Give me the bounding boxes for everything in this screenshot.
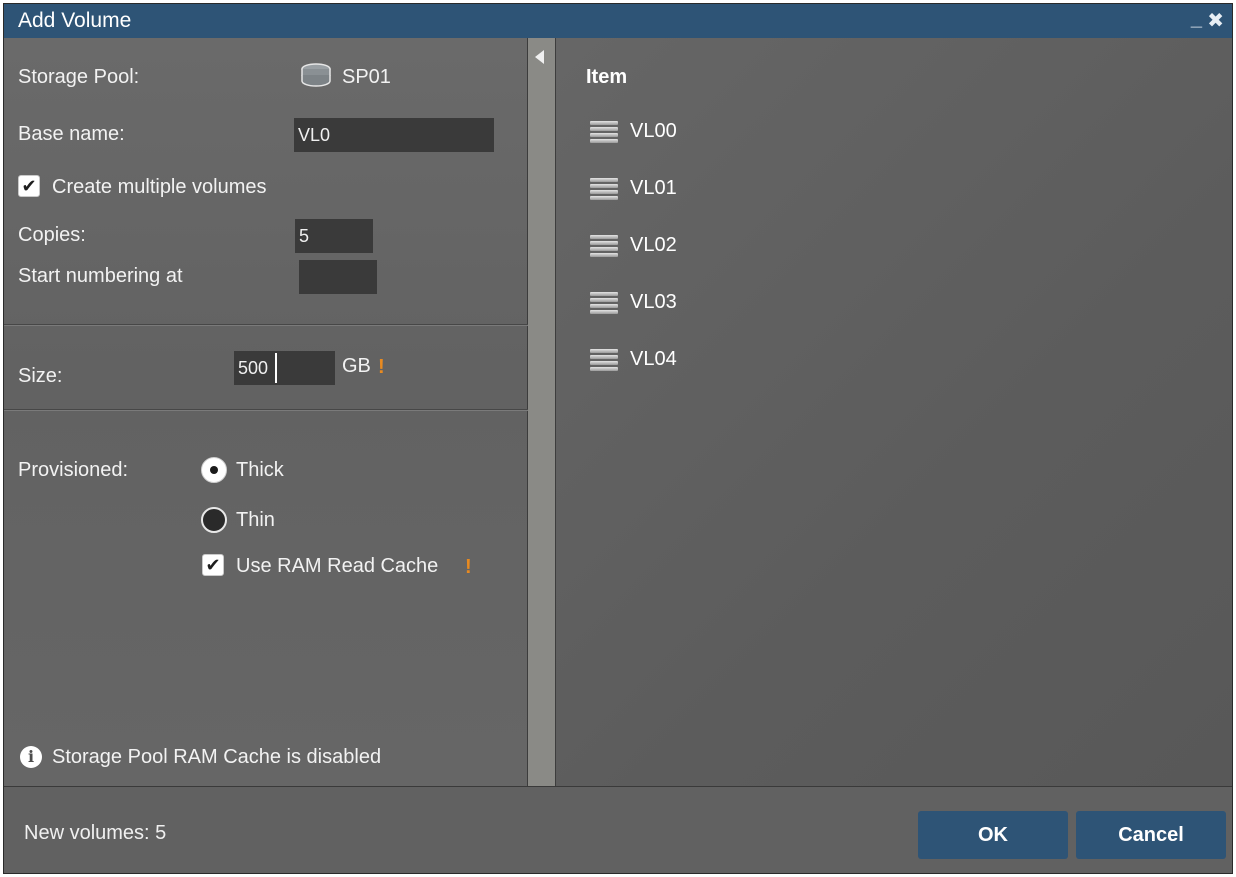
size-label: Size: bbox=[18, 365, 63, 387]
storage-pool-value: SP01 bbox=[342, 66, 391, 88]
size-input[interactable] bbox=[234, 351, 335, 385]
copies-label: Copies: bbox=[18, 224, 86, 246]
volume-name: VL01 bbox=[630, 177, 677, 199]
volume-name: VL00 bbox=[630, 120, 677, 142]
minimize-icon[interactable]: _ bbox=[1191, 8, 1202, 31]
window-title: Add Volume bbox=[18, 9, 132, 32]
start-numbering-input[interactable] bbox=[299, 260, 377, 294]
volume-name: VL02 bbox=[630, 234, 677, 256]
thick-radio[interactable] bbox=[201, 457, 227, 483]
item-column-header: Item bbox=[586, 66, 628, 88]
create-multiple-checkbox[interactable]: ✔ bbox=[18, 175, 40, 197]
title-bar[interactable]: Add Volume _ ✖ bbox=[4, 4, 1232, 38]
volume-name: VL04 bbox=[630, 348, 677, 370]
volume-icon bbox=[590, 349, 618, 371]
volume-preview-panel: Item VL00 VL01 VL02 VL03 VL04 bbox=[556, 38, 1232, 786]
volume-name: VL03 bbox=[630, 291, 677, 313]
ram-cache-label: Use RAM Read Cache bbox=[236, 555, 439, 577]
section-divider bbox=[4, 324, 528, 326]
section-divider bbox=[4, 409, 528, 411]
base-name-input[interactable] bbox=[294, 118, 494, 152]
volume-icon bbox=[590, 178, 618, 200]
thick-label: Thick bbox=[236, 459, 284, 481]
volume-icon bbox=[590, 235, 618, 257]
add-volume-dialog: Add Volume _ ✖ Storage Pool: SP01 Base n… bbox=[3, 3, 1233, 874]
ok-button[interactable]: OK bbox=[918, 811, 1068, 859]
thin-label: Thin bbox=[236, 509, 275, 531]
copies-input[interactable] bbox=[295, 219, 373, 253]
database-icon bbox=[301, 63, 331, 87]
ram-cache-warning-icon: ! bbox=[465, 556, 472, 578]
ram-cache-checkbox[interactable]: ✔ bbox=[202, 554, 224, 576]
volume-settings-panel: Storage Pool: SP01 Base name: ✔ Create m… bbox=[4, 38, 528, 786]
panel-splitter[interactable] bbox=[528, 38, 556, 786]
provisioned-label: Provisioned: bbox=[18, 459, 129, 481]
close-icon[interactable]: ✖ bbox=[1207, 8, 1224, 33]
cancel-button[interactable]: Cancel bbox=[1076, 811, 1226, 859]
volume-icon bbox=[590, 292, 618, 314]
base-name-label: Base name: bbox=[18, 123, 125, 145]
collapse-arrow-icon[interactable] bbox=[535, 50, 544, 64]
ram-cache-disabled-note: Storage Pool RAM Cache is disabled bbox=[52, 746, 382, 768]
thin-radio[interactable] bbox=[201, 507, 227, 533]
dialog-footer: New volumes: 5 OK Cancel bbox=[4, 786, 1232, 873]
create-multiple-label: Create multiple volumes bbox=[52, 176, 267, 198]
new-volumes-count: New volumes: 5 bbox=[24, 822, 167, 844]
start-numbering-label: Start numbering at bbox=[18, 265, 183, 287]
info-icon: i bbox=[20, 746, 42, 768]
size-unit-label: GB bbox=[342, 355, 371, 377]
text-cursor bbox=[275, 353, 277, 383]
size-warning-icon: ! bbox=[378, 356, 385, 378]
storage-pool-label: Storage Pool: bbox=[18, 66, 140, 88]
volume-icon bbox=[590, 121, 618, 143]
